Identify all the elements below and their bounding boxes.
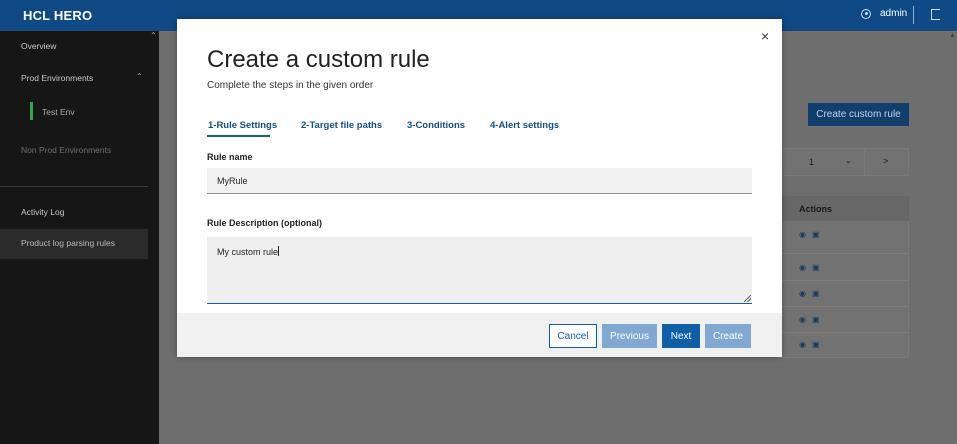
sidebar: Overview ⌃ Prod Environments ⌃ Test Env … [0,31,159,444]
rule-name-input[interactable] [207,168,752,194]
close-icon[interactable]: × [761,29,769,43]
actions-column-header: Actions [799,204,833,214]
active-tab-indicator [207,135,270,137]
table-row-actions[interactable]: ◉▣ [799,289,826,298]
text-caret [278,246,280,256]
tab-rule-settings[interactable]: 1-Rule Settings [208,120,277,131]
table-row-divider [781,306,909,307]
sidebar-item-prod-environments[interactable]: Prod Environments [21,73,93,83]
scroll-up-icon[interactable]: ⌃ [150,31,157,40]
sidebar-divider [0,186,148,187]
table-row-divider [781,253,909,254]
modal-subtitle: Complete the steps in the given order [207,80,374,91]
env-status-indicator [30,102,33,120]
sidebar-item-test-env[interactable]: Test Env [42,107,75,117]
table-row-actions[interactable]: ◉▣ [799,340,826,349]
create-custom-rule-button[interactable]: Create custom rule [808,103,909,126]
table-row-divider [781,280,909,281]
rule-description-textarea[interactable]: My custom rule [207,237,752,304]
tab-target-file-paths[interactable]: 2-Target file paths [301,120,382,131]
rule-description-text: My custom rule [217,247,279,257]
page-select[interactable]: 1 [809,157,814,167]
user-circle-icon[interactable] [861,9,871,19]
resize-handle-icon[interactable] [744,295,751,302]
sidebar-item-product-log-parsing-rules[interactable]: Product log parsing rules [21,238,115,248]
pagination-divider [864,148,865,176]
logout-icon[interactable] [931,9,940,20]
sidebar-item-non-prod-environments[interactable]: Non Prod Environments [21,145,111,155]
scroll-up-icon[interactable]: ▲ [949,32,956,39]
tab-conditions[interactable]: 3-Conditions [407,120,465,131]
username[interactable]: admin [880,8,907,19]
table-row-actions[interactable]: ◉▣ [799,263,826,272]
tab-alert-settings[interactable]: 4-Alert settings [490,120,559,131]
modal-footer: Cancel Previous Next Create [177,313,782,357]
rule-name-label: Rule name [207,152,253,162]
modal-title: Create a custom rule [207,46,430,73]
table-row-actions[interactable]: ◉▣ [799,230,826,239]
chevron-down-icon[interactable]: ⌄ [845,156,852,165]
rule-description-label: Rule Description (optional) [207,218,323,228]
app-title: HCL HERO [23,8,93,23]
chevron-up-icon[interactable]: ⌃ [136,72,143,81]
cancel-button[interactable]: Cancel [549,324,597,348]
sidebar-item-overview[interactable]: Overview [21,41,56,51]
next-button[interactable]: Next [662,324,700,348]
create-button[interactable]: Create [705,324,751,348]
table-row-divider [781,332,909,333]
header-divider [913,6,914,24]
sidebar-item-activity-log[interactable]: Activity Log [21,207,64,217]
next-page-button[interactable]: > [883,156,888,166]
table-row-actions[interactable]: ◉▣ [799,315,826,324]
previous-button[interactable]: Previous [602,324,657,348]
create-rule-modal: × Create a custom rule Complete the step… [177,19,782,357]
